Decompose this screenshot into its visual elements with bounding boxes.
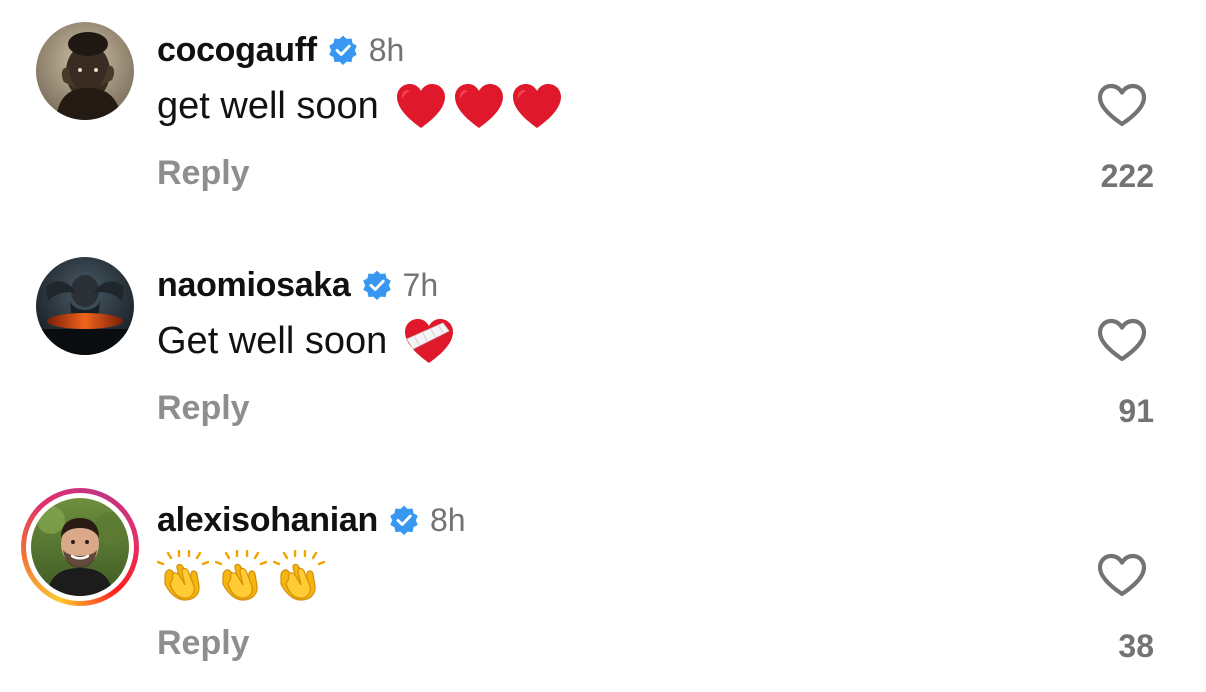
like-count[interactable]: 91	[1118, 393, 1154, 430]
like-count[interactable]: 38	[1118, 628, 1154, 665]
red-heart-emoji-icon	[453, 82, 505, 130]
avatar[interactable]	[36, 22, 134, 120]
emoji-group	[157, 550, 325, 602]
red-heart-emoji-icon	[395, 82, 447, 130]
comment-text: Get well soon	[157, 313, 455, 369]
verified-badge-icon	[327, 34, 359, 66]
verified-badge-icon	[361, 269, 393, 301]
timestamp: 8h	[368, 31, 405, 68]
comment-text	[157, 548, 325, 604]
clapping-hands-emoji-icon	[215, 550, 267, 602]
like-count[interactable]: 222	[1101, 158, 1154, 195]
timestamp: 8h	[429, 501, 466, 538]
comment-item: alexisohanian 8h Reply 38	[0, 470, 1206, 692]
username[interactable]: cocogauff	[157, 31, 317, 70]
comment-text-body: Get well soon	[157, 320, 388, 362]
reply-button[interactable]: Reply	[157, 624, 250, 663]
username[interactable]: alexisohanian	[157, 501, 378, 540]
story-ring[interactable]	[21, 488, 139, 606]
like-heart-icon[interactable]	[1096, 82, 1148, 128]
avatar[interactable]	[36, 257, 134, 355]
username[interactable]: naomiosaka	[157, 266, 351, 305]
verified-badge-icon	[388, 504, 420, 536]
clapping-hands-emoji-icon	[273, 550, 325, 602]
reply-button[interactable]: Reply	[157, 389, 250, 428]
avatar[interactable]	[31, 498, 129, 596]
like-heart-icon[interactable]	[1096, 552, 1148, 598]
comment-item: naomiosaka 7h Get well soon Reply 91	[0, 235, 1206, 465]
emoji-group	[403, 317, 455, 365]
comment-text: get well soon	[157, 78, 563, 134]
timestamp: 7h	[402, 266, 439, 303]
comment-item: cocogauff 8h get well soon Reply 222	[0, 0, 1206, 230]
comment-header: alexisohanian 8h	[157, 498, 466, 542]
comment-text-body: get well soon	[157, 85, 379, 127]
comment-header: cocogauff 8h	[157, 28, 404, 72]
mending-heart-emoji-icon	[403, 317, 455, 365]
emoji-group	[395, 82, 563, 130]
comments-list: cocogauff 8h get well soon Reply 222 nao…	[0, 0, 1206, 692]
red-heart-emoji-icon	[511, 82, 563, 130]
like-heart-icon[interactable]	[1096, 317, 1148, 363]
reply-button[interactable]: Reply	[157, 154, 250, 193]
comment-header: naomiosaka 7h	[157, 263, 438, 307]
clapping-hands-emoji-icon	[157, 550, 209, 602]
